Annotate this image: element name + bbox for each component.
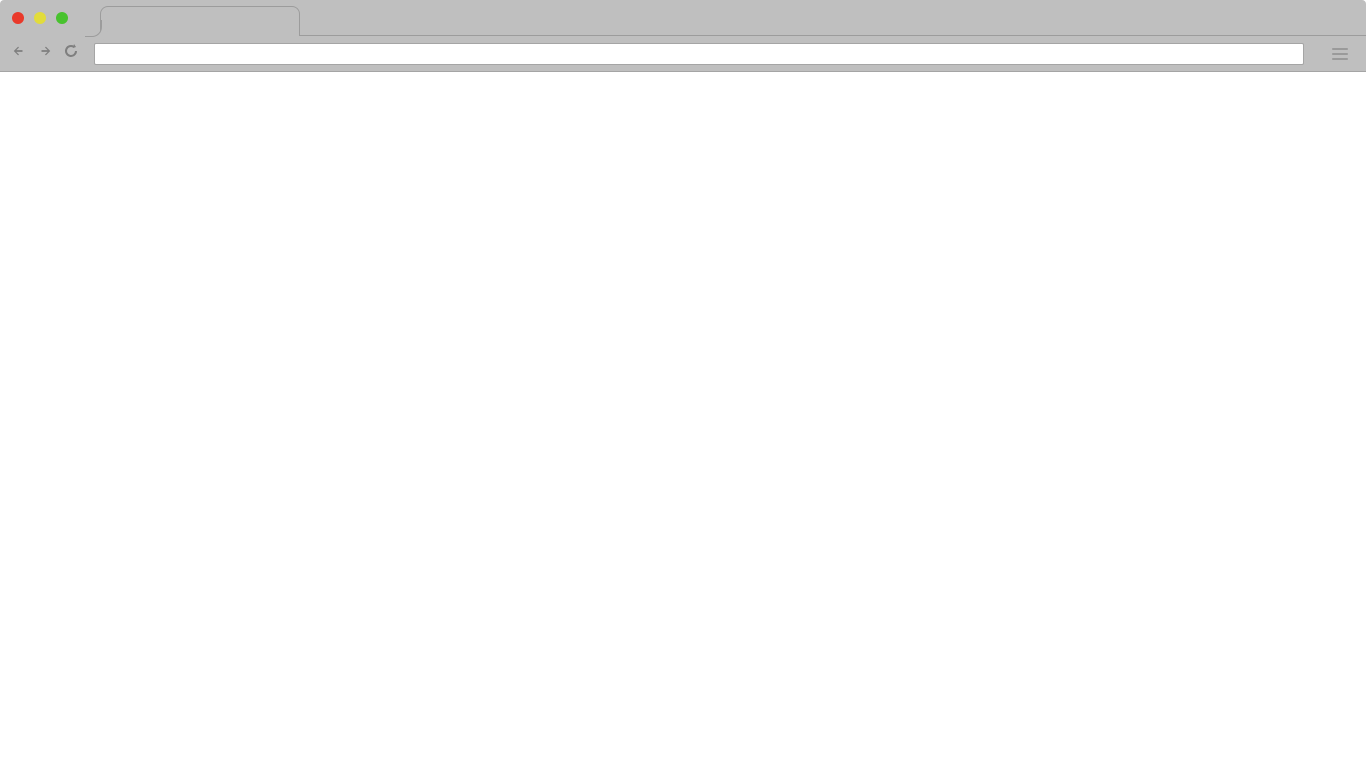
arrow-left-icon	[12, 44, 26, 63]
arrow-right-icon	[38, 44, 52, 63]
window-maximize-button[interactable]	[56, 12, 68, 24]
tab-strip-border	[300, 35, 1366, 36]
menu-button[interactable]	[1332, 44, 1352, 64]
browser-chrome	[0, 0, 1366, 72]
reload-icon	[63, 43, 79, 64]
window-close-button[interactable]	[12, 12, 24, 24]
forward-button[interactable]	[36, 45, 54, 63]
title-bar	[0, 0, 1366, 36]
window-controls	[12, 12, 68, 24]
back-button[interactable]	[10, 45, 28, 63]
window-minimize-button[interactable]	[34, 12, 46, 24]
page-content	[0, 72, 1366, 768]
address-bar[interactable]	[94, 43, 1304, 65]
reload-button[interactable]	[62, 45, 80, 63]
browser-tab[interactable]	[100, 6, 300, 36]
toolbar	[0, 36, 1366, 72]
hamburger-icon	[1332, 48, 1352, 60]
